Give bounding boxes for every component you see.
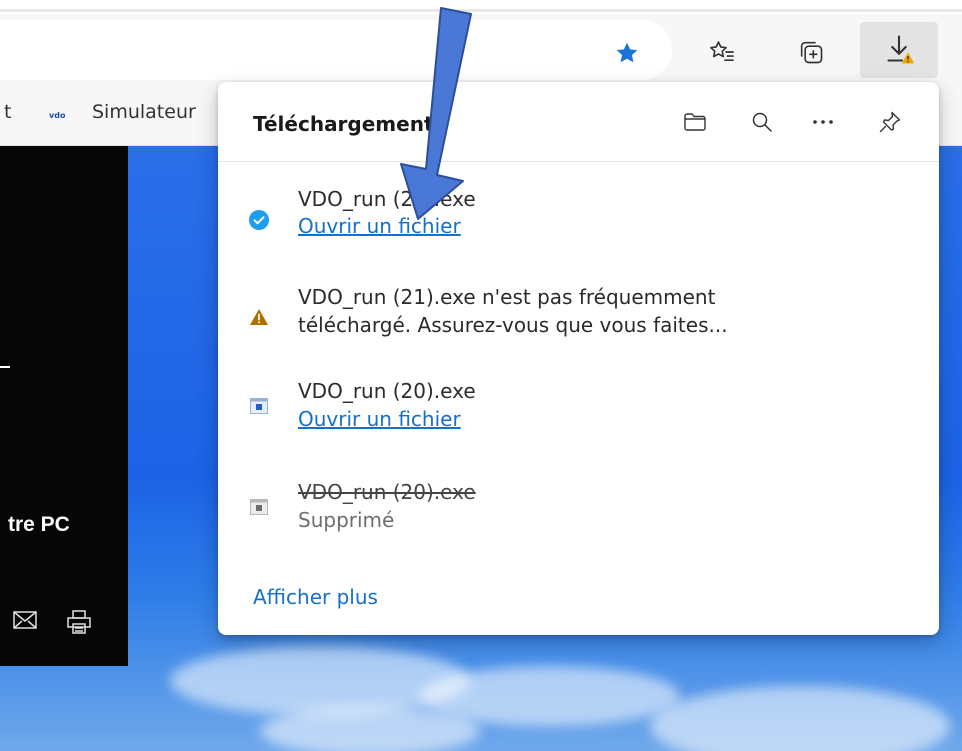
panel-text: tre PC: [8, 513, 70, 536]
download-status: Supprimé: [298, 508, 395, 532]
cloud-decoration: [650, 686, 950, 751]
favorite-star-icon[interactable]: [610, 36, 644, 70]
exe-file-deleted-icon: [248, 496, 270, 518]
favorites-item-simulateur[interactable]: Simulateur: [92, 101, 196, 123]
download-item[interactable]: VDO_run (20).exe Ouvrir un fichier: [218, 377, 939, 457]
download-warning-line1: VDO_run (21).exe n'est pas fréquemment: [298, 285, 716, 309]
folder-icon[interactable]: [675, 102, 715, 142]
search-icon[interactable]: [742, 102, 782, 142]
download-warning-line2: téléchargé. Assurez-vous que vous faites…: [298, 313, 728, 337]
more-icon[interactable]: [803, 102, 843, 142]
downloads-title: Téléchargements: [253, 112, 446, 136]
deleted-filename: VDO_run (20).exe: [298, 480, 476, 504]
mail-icon[interactable]: [12, 609, 38, 636]
download-filename: VDO_run (20).exe: [298, 379, 476, 403]
downloads-icon[interactable]: [860, 22, 938, 78]
open-file-link[interactable]: Ouvrir un fichier: [298, 214, 461, 238]
download-item[interactable]: VDO_run (20).exe Supprimé: [218, 478, 939, 558]
svg-text:vdo: vdo: [49, 111, 66, 119]
download-item[interactable]: VDO_run (22).exe Ouvrir un fichier: [218, 177, 939, 257]
warning-icon: [248, 306, 270, 328]
show-more-link[interactable]: Afficher plus: [253, 585, 378, 609]
download-filename: VDO_run (22).exe: [298, 187, 476, 211]
panel-dash: [0, 366, 10, 368]
downloads-header: Téléchargements: [218, 82, 939, 162]
download-item[interactable]: VDO_run (21).exe n'est pas fréquemment t…: [218, 282, 939, 362]
exe-file-icon: [248, 395, 270, 417]
favorites-partial-item[interactable]: t: [4, 101, 11, 123]
favorites-list-icon[interactable]: [700, 30, 744, 74]
cloud-decoration: [260, 706, 480, 751]
collections-icon[interactable]: [789, 30, 833, 74]
pin-icon[interactable]: [870, 102, 910, 142]
vdo-favicon-icon: vdo: [48, 110, 74, 120]
cloud-decoration: [170, 646, 470, 716]
window-top-strip: [0, 0, 962, 12]
downloads-flyout: Téléchargements VDO_run (22).exe Ouvrir …: [218, 82, 939, 635]
check-circle-icon: [248, 209, 270, 231]
address-bar[interactable]: [0, 20, 672, 80]
dark-side-panel: [0, 146, 128, 666]
open-file-link[interactable]: Ouvrir un fichier: [298, 407, 461, 431]
print-icon[interactable]: [66, 609, 92, 640]
